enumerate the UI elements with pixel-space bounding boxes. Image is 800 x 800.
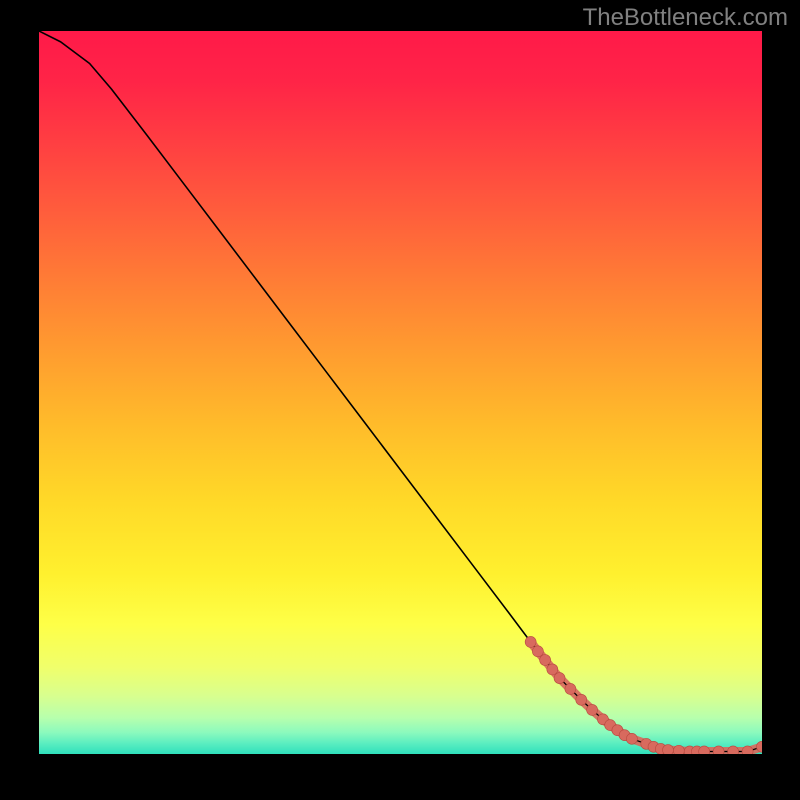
highlight-marker (587, 704, 598, 715)
highlight-marker (525, 636, 536, 647)
highlight-marker (663, 745, 674, 754)
highlight-marker (626, 733, 637, 744)
highlight-marker (673, 745, 684, 754)
highlight-marker (554, 673, 565, 684)
highlight-marker (547, 664, 558, 675)
bottleneck-chart (39, 31, 762, 754)
watermark-text: TheBottleneck.com (583, 4, 788, 32)
highlight-marker (713, 746, 724, 754)
highlight-marker (540, 655, 551, 666)
highlight-marker (699, 746, 710, 754)
highlight-marker (742, 746, 753, 754)
highlight-marker (532, 646, 543, 657)
highlight-marker (728, 746, 739, 754)
highlight-marker (576, 694, 587, 705)
highlight-marker (565, 683, 576, 694)
